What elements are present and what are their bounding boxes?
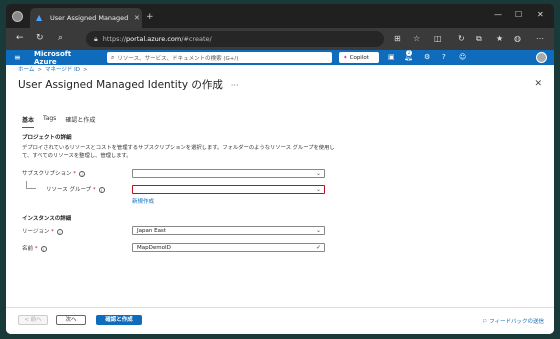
split-screen-icon[interactable]: ◫ (434, 34, 442, 43)
feedback-link[interactable]: ⚐ フィードバックの送信 (482, 317, 544, 325)
resource-group-label: リソース グループ * i (46, 185, 105, 193)
azure-topbar: ≡ Microsoft Azure ⌕ リソース、サービス、ドキュメントの検索 … (6, 50, 554, 66)
favorites-bar-icon[interactable]: ★ (496, 34, 503, 43)
search-placeholder: リソース、サービス、ドキュメントの検索 (G+/) (117, 55, 239, 62)
lock-icon: 🔒︎ (94, 34, 98, 43)
checkmark-icon: ✓ (315, 244, 321, 251)
region-label: リージョン * i (22, 227, 63, 235)
tab-title: User Assigned Managed Identity (50, 14, 130, 22)
profile-button-icon[interactable]: ◍ (514, 34, 521, 43)
footer-bar: < 前へ 次へ 確認と作成 ⚐ フィードバックの送信 (6, 307, 554, 334)
resource-group-select[interactable]: ⌄ (132, 185, 325, 194)
profile-icon[interactable] (12, 11, 23, 22)
url-text: https://portal.azure.com/#create/ (102, 35, 212, 43)
azure-favicon-icon: ▲ (36, 13, 43, 22)
address-row: ← ↻ ⌕ 🔒︎ https://portal.azure.com/#creat… (6, 28, 554, 50)
breadcrumb-separator: > (37, 67, 42, 73)
breadcrumb: ホーム > マネージド ID > (18, 65, 91, 73)
name-label: 名前 * i (22, 244, 47, 252)
copilot-button[interactable]: ✦ Copilot (339, 52, 379, 63)
subscription-label: サブスクリプション * i (22, 169, 86, 177)
feedback-icon[interactable]: ☺ (459, 53, 466, 61)
copilot-label: Copilot (349, 54, 369, 61)
page-title-text: User Assigned Managed Identity の作成 (18, 79, 223, 91)
back-icon[interactable]: ← (16, 33, 24, 43)
next-button[interactable]: 次へ (56, 315, 86, 325)
chevron-down-icon: ⌄ (315, 227, 321, 234)
review-create-button[interactable]: 確認と作成 (96, 315, 142, 325)
help-icon[interactable]: ? (442, 53, 446, 61)
feedback-icon: ⚐ (482, 319, 488, 325)
subscription-select[interactable]: ⌄ (132, 169, 325, 178)
azure-brand[interactable]: Microsoft Azure (34, 50, 86, 66)
breadcrumb-managed-id[interactable]: マネージド ID (45, 67, 80, 73)
favorite-icon[interactable]: ☆ (413, 34, 420, 43)
info-icon[interactable]: i (79, 170, 86, 177)
close-blade-icon[interactable]: ✕ (534, 79, 542, 89)
copilot-icon: ✦ (343, 54, 348, 61)
search-icon: ⌕ (111, 53, 115, 61)
region-select[interactable]: Japan East ⌄ (132, 226, 325, 235)
browser-tab[interactable]: ▲ User Assigned Managed Identity ✕ (30, 8, 142, 28)
cloud-shell-icon[interactable]: ▣ (388, 53, 395, 61)
more-actions-icon[interactable]: ··· (231, 81, 239, 90)
create-new-link[interactable]: 新規作成 (132, 197, 154, 205)
region-value: Japan East (137, 228, 166, 234)
tab-review-create[interactable]: 確認と作成 (65, 115, 95, 128)
browser-tabbar: ▲ User Assigned Managed Identity ✕ + — ☐… (6, 4, 554, 28)
name-value: MapDemoID (137, 245, 171, 251)
hamburger-menu-icon[interactable]: ≡ (14, 53, 24, 62)
notification-badge: 2 (406, 50, 412, 56)
reload-icon[interactable]: ↻ (36, 33, 44, 43)
tree-connector (26, 181, 36, 189)
feedback-label: フィードバックの送信 (489, 319, 544, 325)
info-icon[interactable]: i (98, 186, 105, 193)
collections-icon[interactable]: ⧉ (476, 34, 482, 44)
page-title: User Assigned Managed Identity の作成 ··· (18, 77, 239, 92)
breadcrumb-separator: > (82, 67, 88, 73)
instance-details-heading: インスタンスの詳細 (22, 216, 72, 222)
close-window-icon[interactable]: ✕ (537, 10, 544, 19)
azure-search-input[interactable]: ⌕ リソース、サービス、ドキュメントの検索 (G+/) (107, 52, 332, 63)
previous-button[interactable]: < 前へ (18, 315, 48, 325)
new-tab-icon[interactable]: + (146, 12, 154, 22)
project-details-heading: プロジェクトの詳細 (22, 135, 72, 141)
tab-tags[interactable]: Tags (43, 115, 56, 128)
browser-window: ▲ User Assigned Managed Identity ✕ + — ☐… (6, 4, 554, 334)
more-menu-icon[interactable]: ⋯ (536, 34, 544, 43)
extensions-icon[interactable]: ⊞ (394, 34, 401, 43)
tab-basics[interactable]: 基本 (22, 115, 35, 128)
chevron-down-icon: ⌄ (315, 170, 321, 177)
portal-content: ホーム > マネージド ID > User Assigned Managed Iden… (6, 65, 554, 334)
form-tabs: 基本 Tags 確認と作成 (22, 115, 104, 128)
name-input[interactable]: MapDemoID ✓ (132, 243, 325, 252)
info-icon[interactable]: i (56, 228, 63, 235)
info-icon[interactable]: i (40, 245, 47, 252)
address-bar[interactable]: 🔒︎ https://portal.azure.com/#create/ (86, 31, 384, 47)
close-tab-icon[interactable]: ✕ (134, 14, 140, 22)
minimize-icon[interactable]: — (494, 10, 502, 19)
breadcrumb-home[interactable]: ホーム (18, 67, 34, 73)
refresh-icon[interactable]: ↻ (458, 34, 465, 43)
settings-icon[interactable]: ⚙ (424, 53, 430, 61)
chevron-down-icon: ⌄ (315, 186, 321, 193)
project-description: デプロイされているリソースとコストを管理するサブスクリプションを選択します。フォ… (22, 145, 335, 159)
avatar[interactable] (536, 52, 547, 63)
maximize-icon[interactable]: ☐ (515, 10, 522, 19)
search-icon[interactable]: ⌕ (58, 33, 63, 43)
